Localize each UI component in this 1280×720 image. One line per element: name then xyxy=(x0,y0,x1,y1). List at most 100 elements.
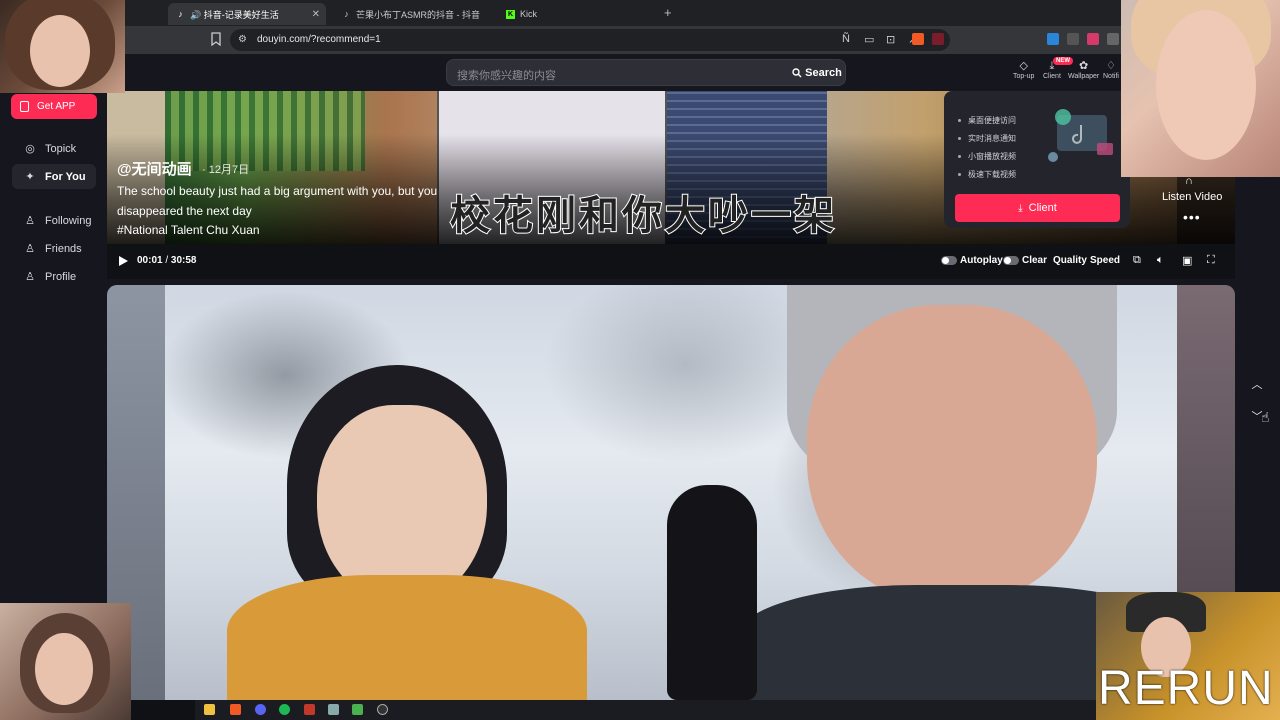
download-icon: ⤓ xyxy=(1018,202,1023,214)
sidebar-item-label: For You xyxy=(45,170,86,183)
webcam-face xyxy=(30,15,90,87)
tab-label: Kick xyxy=(520,9,538,19)
bookmark-icon[interactable] xyxy=(210,32,222,46)
sparkle-icon: ✦ xyxy=(25,171,35,183)
black-glove xyxy=(667,485,757,700)
topnav-wallpaper[interactable]: ✿ Wallpaper xyxy=(1068,59,1099,80)
pip-icon[interactable]: ⧉ xyxy=(1133,254,1141,267)
topnav-label: Notifi xyxy=(1103,73,1119,80)
previous-video-icon[interactable]: ︿ xyxy=(1252,376,1263,392)
extension-pink-icon[interactable] xyxy=(1087,33,1099,45)
topnav-label: Client xyxy=(1043,73,1061,80)
file-explorer-icon[interactable] xyxy=(204,704,215,715)
time-separator: / xyxy=(162,255,171,266)
topnav-client[interactable]: NEW ⤓ Client xyxy=(1043,57,1073,80)
video-description: The school beauty just had a big argumen… xyxy=(117,182,477,241)
video-author[interactable]: @无间动画 xyxy=(117,158,192,179)
no-translate-icon[interactable]: Ñ xyxy=(842,33,850,45)
discord-icon[interactable] xyxy=(255,704,266,715)
close-tab-icon[interactable]: ✕ xyxy=(312,9,320,20)
sidebar-item-for-you[interactable]: ✦ For You xyxy=(12,164,96,189)
client-feature: 实时消息通知 xyxy=(958,129,1016,147)
taskbar-search-area xyxy=(131,700,195,720)
brave-shield-icon[interactable] xyxy=(912,33,924,45)
webcam-overlay-bottom-left xyxy=(0,603,131,720)
playback-time: 00:01 / 30:58 xyxy=(137,255,197,266)
notepad-icon[interactable] xyxy=(328,704,339,715)
quality-button[interactable]: Quality xyxy=(1053,255,1087,266)
address-bar-row: ⚙ douyin.com/?recommend=1 Ñ ▭ ⊡ ↗ xyxy=(0,26,1280,54)
search-button[interactable]: Search xyxy=(791,62,843,83)
browser-tab-kick[interactable]: K Kick xyxy=(498,3,658,25)
client-feature: 小窗播放视频 xyxy=(958,147,1016,165)
new-tab-icon[interactable]: + xyxy=(664,5,672,20)
sidebar-item-profile[interactable]: ♙ Profile xyxy=(12,264,96,289)
topnav-label: Top-up xyxy=(1013,73,1035,80)
more-options-icon[interactable]: ••• xyxy=(1183,209,1201,225)
sidebar-item-following[interactable]: ♙ Following xyxy=(12,208,96,233)
listen-video-button[interactable]: Listen Video xyxy=(1162,191,1222,203)
hand-cursor-icon: ☝ xyxy=(1261,409,1270,425)
video-player-2[interactable] xyxy=(107,285,1235,700)
sidebar-item-topick[interactable]: ◎ Topick xyxy=(12,136,96,161)
following-icon: ♙ xyxy=(25,215,35,227)
webcam-face xyxy=(35,633,93,705)
obs-icon[interactable] xyxy=(377,704,388,715)
extension-download-icon[interactable] xyxy=(1047,33,1059,45)
web-fullscreen-icon[interactable]: ▣ xyxy=(1182,254,1192,267)
yellow-jacket xyxy=(227,575,587,700)
url-bar[interactable]: ⚙ douyin.com/?recommend=1 Ñ ▭ ⊡ ↗ xyxy=(230,29,950,51)
get-app-label: Get APP xyxy=(37,101,76,112)
app-icon[interactable] xyxy=(304,704,315,715)
browser-tab-douyin[interactable]: ♪ 🔊 抖音-记录美好生活 ✕ xyxy=(168,3,326,25)
search-input[interactable]: 搜索你感兴趣的内容 xyxy=(457,67,556,83)
client-illustration-icon xyxy=(1048,109,1113,162)
brave-browser-icon[interactable] xyxy=(230,704,241,715)
bell-icon: ♢ xyxy=(1106,60,1116,72)
cast-icon[interactable]: ▭ xyxy=(864,33,874,46)
speed-button[interactable]: Speed xyxy=(1090,255,1120,266)
tab-label: 芒果小布丁ASMR的抖音 - 抖音 xyxy=(356,9,481,20)
screenshot-icon[interactable]: ⊡ xyxy=(886,33,895,46)
extension-icon[interactable] xyxy=(1067,33,1079,45)
fullscreen-icon[interactable]: ⛶ xyxy=(1207,254,1215,267)
douyin-app: 搜索你感兴趣的内容 Search ◇ Top-up NEW ⤓ Client ✿… xyxy=(0,54,1280,700)
topnav-notifications[interactable]: ♢ Notifi xyxy=(1103,59,1119,80)
taskbar xyxy=(131,700,1096,720)
kick-icon: K xyxy=(506,9,515,19)
client-feature: 极速下载视频 xyxy=(958,165,1016,183)
play-icon[interactable] xyxy=(119,256,128,266)
tiktok-icon: ♪ xyxy=(178,8,183,19)
video-hashtag[interactable]: #National Talent Chu Xuan xyxy=(117,221,477,241)
video-description-line: disappeared the next day xyxy=(117,203,252,218)
current-time: 00:01 xyxy=(137,255,163,266)
volume-icon[interactable]: 🔈︎ xyxy=(1157,254,1164,267)
client-download-button[interactable]: ⤓ Client xyxy=(955,194,1120,222)
webcam-face xyxy=(1156,10,1256,160)
get-app-button[interactable]: Get APP xyxy=(11,94,97,119)
client-button-label: Client xyxy=(1028,202,1057,214)
webcam-overlay-top-left xyxy=(0,0,125,93)
compass-icon: ◎ xyxy=(25,143,35,155)
video-description-line: The school beauty just had a big argumen… xyxy=(117,184,438,198)
site-settings-icon[interactable]: ⚙ xyxy=(238,34,247,45)
toggle-switch xyxy=(941,256,957,265)
sidebar-item-friends[interactable]: ♙ Friends xyxy=(12,236,96,261)
autoplay-toggle[interactable]: Autoplay xyxy=(941,255,1003,266)
spotify-icon[interactable] xyxy=(279,704,290,715)
sidebar-item-label: Following xyxy=(45,214,92,227)
app-icon[interactable] xyxy=(352,704,363,715)
client-feature-list: 桌面便捷访问 实时消息通知 小窗播放视频 极速下载视频 xyxy=(958,111,1016,183)
browser-tab-asmr[interactable]: ♪ 芒果小布丁ASMR的抖音 - 抖音 xyxy=(334,3,494,25)
brave-rewards-icon[interactable] xyxy=(932,33,944,45)
header: 搜索你感兴趣的内容 Search ◇ Top-up NEW ⤓ Client ✿… xyxy=(0,54,1280,91)
topnav-topup[interactable]: ◇ Top-up xyxy=(1013,59,1034,80)
total-time: 30:58 xyxy=(170,255,197,266)
clear-toggle[interactable]: Clear xyxy=(1003,255,1047,266)
url-text: douyin.com/?recommend=1 xyxy=(257,34,381,45)
rerun-overlay-text: RERUN xyxy=(1098,662,1274,715)
video-date-text: 12月7日 xyxy=(208,164,250,176)
puzzle-icon[interactable] xyxy=(1107,33,1119,45)
elder-face xyxy=(807,305,1097,605)
friends-icon: ♙ xyxy=(25,243,35,255)
